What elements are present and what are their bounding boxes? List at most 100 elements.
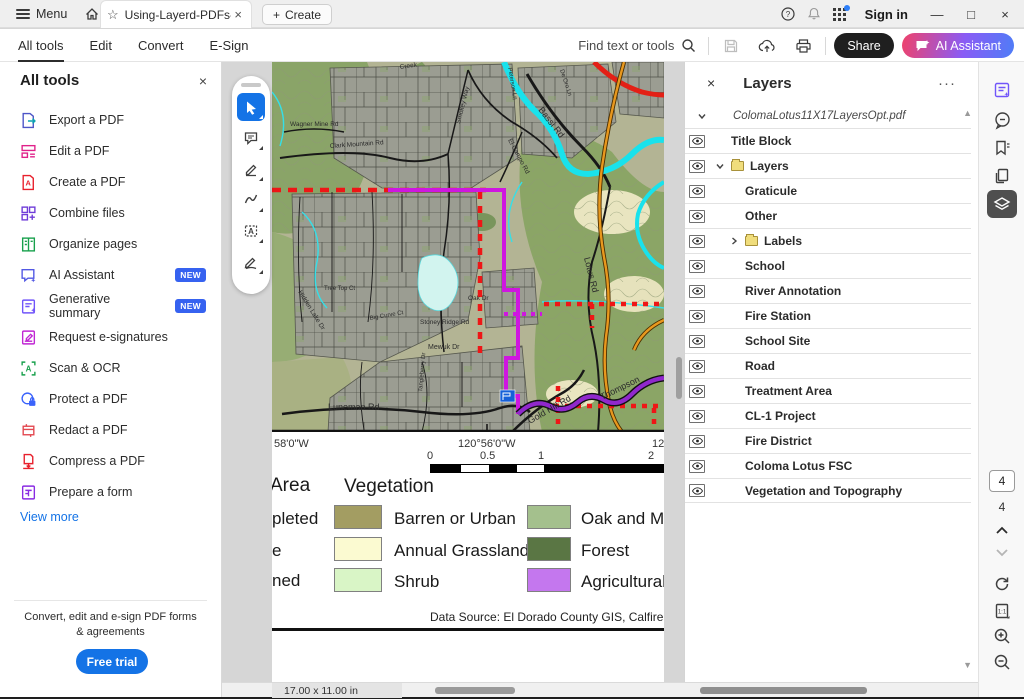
layers-horizontal-scrollbar-thumb[interactable] bbox=[700, 687, 867, 694]
chevron-down-icon[interactable] bbox=[715, 161, 725, 171]
zoom-out-button[interactable] bbox=[987, 648, 1017, 676]
layer-row-fire-district[interactable]: Fire District bbox=[685, 428, 971, 453]
layer-row-cl1-project[interactable]: CL-1 Project bbox=[685, 403, 971, 428]
layer-visibility-toggle[interactable] bbox=[689, 484, 705, 497]
layer-row-treatment-area[interactable]: Treatment Area bbox=[685, 378, 971, 403]
toolbar-drag-handle[interactable] bbox=[241, 83, 261, 87]
layer-row-school[interactable]: School bbox=[685, 253, 971, 278]
layer-row-fire-station[interactable]: Fire Station bbox=[685, 303, 971, 328]
layer-row-graticule[interactable]: Graticule bbox=[685, 178, 971, 203]
tool-generative-summary[interactable]: Generative summary NEW bbox=[12, 292, 210, 320]
maximize-button[interactable]: □ bbox=[954, 0, 988, 28]
print-button[interactable] bbox=[789, 33, 817, 59]
menu-esign[interactable]: E-Sign bbox=[209, 29, 248, 62]
layer-row-school-site[interactable]: School Site bbox=[685, 328, 971, 353]
previous-page-button[interactable] bbox=[987, 520, 1017, 540]
ai-assistant-button[interactable]: AI Assistant bbox=[902, 33, 1014, 58]
layer-group-layers[interactable]: Layers bbox=[685, 153, 971, 178]
tool-compress-pdf[interactable]: Compress a PDF bbox=[12, 447, 210, 475]
menu-convert[interactable]: Convert bbox=[138, 29, 184, 62]
star-icon[interactable]: ☆ bbox=[107, 7, 119, 23]
tool-edit-pdf[interactable]: Edit a PDF bbox=[12, 137, 210, 165]
layer-visibility-toggle[interactable] bbox=[689, 135, 705, 148]
scroll-up-arrow-icon[interactable]: ▲ bbox=[963, 108, 972, 118]
layer-visibility-toggle[interactable] bbox=[689, 235, 705, 248]
layer-visibility-toggle[interactable] bbox=[689, 210, 705, 223]
close-button[interactable]: × bbox=[988, 0, 1022, 28]
layer-group-labels[interactable]: Labels bbox=[685, 228, 971, 253]
save-button[interactable] bbox=[717, 33, 745, 59]
find-text-button[interactable]: Find text or tools bbox=[578, 38, 700, 53]
select-tool-button[interactable] bbox=[237, 93, 265, 121]
page-number-input[interactable]: 4 bbox=[989, 470, 1015, 492]
apps-button[interactable] bbox=[827, 2, 853, 26]
layer-visibility-toggle[interactable] bbox=[689, 185, 705, 198]
menu-button[interactable]: Menu bbox=[8, 3, 75, 25]
generative-summary-rail-button[interactable] bbox=[987, 76, 1017, 104]
layer-visibility-toggle[interactable] bbox=[689, 385, 705, 398]
layer-row-coloma-lotus-fsc[interactable]: Coloma Lotus FSC bbox=[685, 453, 971, 478]
menu-edit[interactable]: Edit bbox=[90, 29, 112, 62]
layer-visibility-toggle[interactable] bbox=[689, 285, 705, 298]
layer-row-road[interactable]: Road bbox=[685, 353, 971, 378]
layer-visibility-toggle[interactable] bbox=[689, 310, 705, 323]
highlight-tool-button[interactable] bbox=[237, 155, 265, 183]
share-button[interactable]: Share bbox=[834, 33, 893, 58]
comment-tool-button[interactable] bbox=[237, 124, 265, 152]
minimize-button[interactable]: — bbox=[920, 0, 954, 28]
scrollbar-thumb[interactable] bbox=[676, 357, 682, 399]
bookmarks-rail-button[interactable] bbox=[987, 134, 1017, 162]
notifications-button[interactable] bbox=[801, 2, 827, 26]
layer-row-other[interactable]: Other bbox=[685, 203, 971, 228]
layers-overflow-menu[interactable]: ··· bbox=[938, 75, 956, 92]
page-thumbnails-rail-button[interactable] bbox=[987, 162, 1017, 190]
layer-visibility-toggle[interactable] bbox=[689, 260, 705, 273]
chevron-down-icon[interactable] bbox=[697, 111, 707, 121]
add-text-box-tool-button[interactable]: A bbox=[237, 217, 265, 245]
layer-row-vegetation-topography[interactable]: Vegetation and Topography bbox=[685, 478, 971, 503]
layer-visibility-toggle[interactable] bbox=[689, 160, 705, 173]
fit-page-button[interactable]: 1:1 bbox=[987, 597, 1017, 625]
comments-rail-button[interactable] bbox=[987, 106, 1017, 134]
tab-close-icon[interactable]: × bbox=[231, 7, 245, 22]
tool-combine-files[interactable]: Combine files bbox=[12, 199, 210, 227]
layer-visibility-toggle[interactable] bbox=[689, 335, 705, 348]
view-more-link[interactable]: View more bbox=[20, 510, 79, 524]
layer-row-river-annotation[interactable]: River Annotation bbox=[685, 278, 971, 303]
help-button[interactable]: ? bbox=[775, 2, 801, 26]
sign-in-button[interactable]: Sign in bbox=[853, 7, 920, 22]
tool-protect-pdf[interactable]: Protect a PDF bbox=[12, 385, 210, 413]
zoom-in-button[interactable] bbox=[987, 622, 1017, 650]
layers-document-row[interactable]: ColomaLotus11X17LayersOpt.pdf bbox=[685, 104, 971, 128]
tool-ai-assistant[interactable]: AI Assistant NEW bbox=[12, 261, 210, 289]
layer-visibility-toggle[interactable] bbox=[689, 410, 705, 423]
zoom-in-icon bbox=[993, 627, 1011, 645]
all-tools-close-icon[interactable]: × bbox=[199, 73, 207, 89]
document-vertical-scrollbar[interactable] bbox=[675, 62, 683, 682]
rotate-page-button[interactable] bbox=[987, 570, 1017, 598]
layers-rail-button[interactable] bbox=[987, 190, 1017, 218]
tool-request-esignatures[interactable]: Request e-signatures bbox=[12, 323, 210, 351]
draw-tool-button[interactable] bbox=[237, 186, 265, 214]
layers-close-icon[interactable]: × bbox=[707, 75, 715, 91]
chevron-right-icon[interactable] bbox=[729, 236, 739, 246]
layer-visibility-toggle[interactable] bbox=[689, 460, 705, 473]
tool-organize-pages[interactable]: Organize pages bbox=[12, 230, 210, 258]
document-tab[interactable]: ☆ Using-Layerd-PDFs-wit... × bbox=[100, 0, 252, 28]
free-trial-button[interactable]: Free trial bbox=[76, 649, 148, 674]
document-horizontal-scrollbar-thumb[interactable] bbox=[435, 687, 515, 694]
next-page-button[interactable] bbox=[987, 542, 1017, 562]
menu-all-tools[interactable]: All tools bbox=[18, 29, 64, 62]
layer-visibility-toggle[interactable] bbox=[689, 360, 705, 373]
tool-export-pdf[interactable]: Export a PDF bbox=[12, 106, 210, 134]
upload-cloud-button[interactable] bbox=[753, 33, 781, 59]
tool-redact-pdf[interactable]: Redact a PDF bbox=[12, 416, 210, 444]
fill-sign-tool-button[interactable] bbox=[237, 248, 265, 276]
tool-scan-ocr[interactable]: A Scan & OCR bbox=[12, 354, 210, 382]
layer-visibility-toggle[interactable] bbox=[689, 435, 705, 448]
layer-row-title-block[interactable]: Title Block bbox=[685, 128, 971, 153]
tool-create-pdf[interactable]: A Create a PDF bbox=[12, 168, 210, 196]
create-tab-button[interactable]: + Create bbox=[262, 4, 332, 25]
scroll-down-arrow-icon[interactable]: ▼ bbox=[963, 660, 972, 670]
tool-prepare-form[interactable]: Prepare a form bbox=[12, 478, 210, 506]
